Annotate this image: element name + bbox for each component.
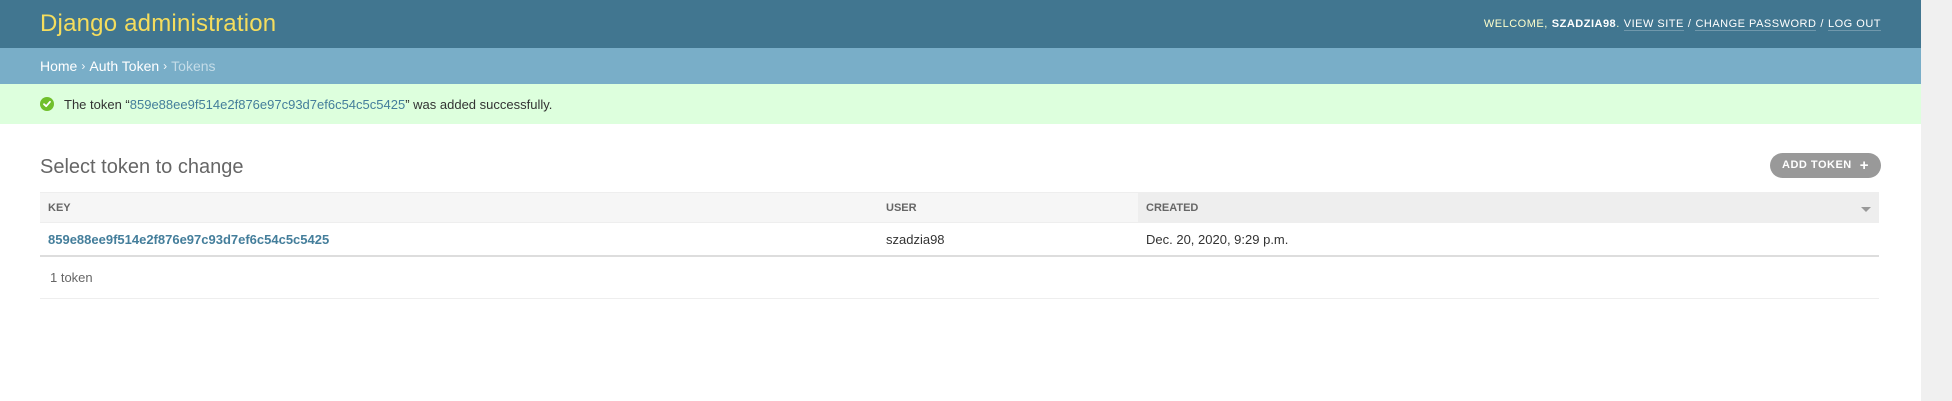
breadcrumb-auth-token[interactable]: Auth Token xyxy=(89,58,159,74)
column-header-user[interactable]: User xyxy=(878,192,1138,223)
change-password-link[interactable]: Change password xyxy=(1695,18,1817,31)
cell-user: szadzia98 xyxy=(878,222,1138,256)
table-row: 859e88ee9f514e2f876e97c93d7ef6c54c5c5425… xyxy=(40,222,1879,256)
sort-descending-icon[interactable] xyxy=(1861,207,1871,212)
breadcrumb-separator: › xyxy=(163,59,168,73)
column-header-created-label: Created xyxy=(1146,201,1199,214)
add-token-label: Add token xyxy=(1782,159,1852,171)
username: szadzia98 xyxy=(1551,18,1617,30)
view-site-link[interactable]: View site xyxy=(1623,18,1684,31)
log-out-link[interactable]: Log out xyxy=(1827,18,1881,31)
main-content: Select token to change Add token + Key U… xyxy=(0,124,1921,299)
cell-created: Dec. 20, 2020, 9:29 p.m. xyxy=(1138,222,1879,256)
message-token-link[interactable]: 859e88ee9f514e2f876e97c93d7ef6c54c5c5425 xyxy=(130,97,405,112)
content-header: Select token to change Add token + xyxy=(40,152,1881,178)
page: Django administration Welcome, szadzia98… xyxy=(0,0,1921,401)
user-tools: Welcome, szadzia98. View site / Change p… xyxy=(1484,18,1881,31)
results-table: Key User Created 859e88ee9f514e2f876e97c… xyxy=(40,192,1879,256)
breadcrumb: Home › Auth Token › Tokens xyxy=(0,48,1921,84)
column-header-created[interactable]: Created xyxy=(1138,192,1879,223)
token-key-link[interactable]: 859e88ee9f514e2f876e97c93d7ef6c54c5c5425 xyxy=(48,232,329,247)
separator: / xyxy=(1687,18,1692,30)
header: Django administration Welcome, szadzia98… xyxy=(0,0,1921,48)
breadcrumb-separator: › xyxy=(81,59,86,73)
welcome-label: Welcome, xyxy=(1483,18,1548,30)
message-prefix: The token “ xyxy=(64,96,130,112)
breadcrumb-home[interactable]: Home xyxy=(40,58,77,74)
separator: / xyxy=(1820,18,1824,30)
success-message: The token “859e88ee9f514e2f876e97c93d7ef… xyxy=(0,84,1921,124)
page-title: Select token to change xyxy=(40,155,244,178)
add-token-button[interactable]: Add token + xyxy=(1770,152,1881,178)
column-header-key[interactable]: Key xyxy=(40,192,878,223)
plus-icon: + xyxy=(1859,156,1869,174)
paginator: 1 token xyxy=(40,256,1879,299)
check-circle-icon xyxy=(40,97,54,111)
scrollbar[interactable] xyxy=(1921,0,1952,401)
punct: . xyxy=(1616,18,1620,30)
breadcrumb-current: Tokens xyxy=(171,58,216,74)
result-count: 1 token xyxy=(50,270,93,285)
site-branding[interactable]: Django administration xyxy=(40,10,276,38)
table-header-row: Key User Created xyxy=(40,192,1879,223)
cell-key: 859e88ee9f514e2f876e97c93d7ef6c54c5c5425 xyxy=(40,222,878,256)
message-suffix: ” was added successfully. xyxy=(405,96,553,112)
